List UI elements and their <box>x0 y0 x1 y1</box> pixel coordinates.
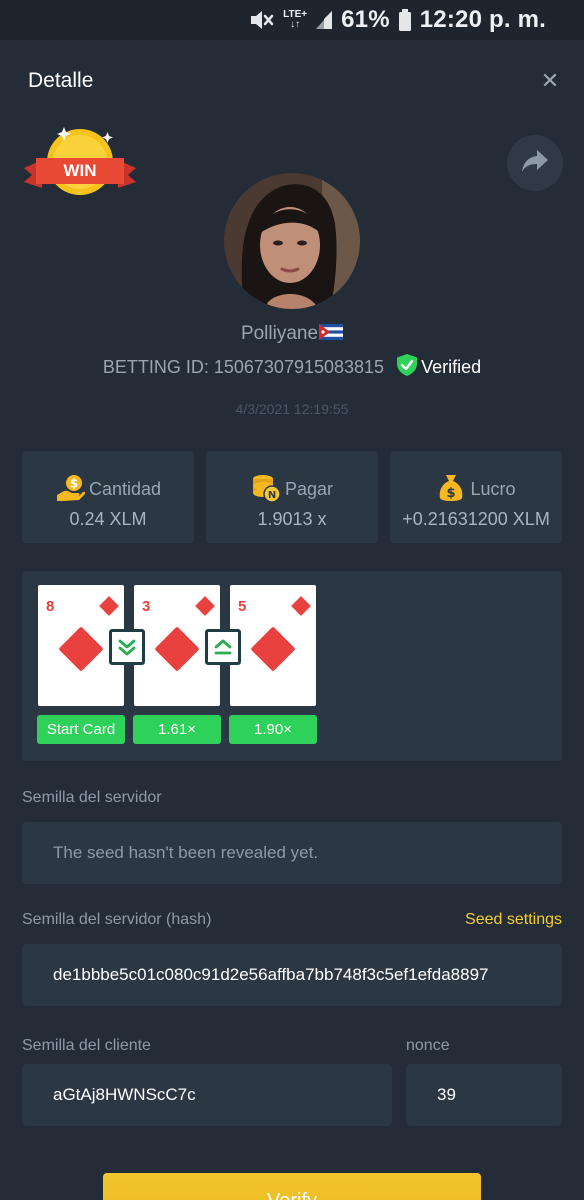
card-multiplier: 1.61× <box>133 715 221 744</box>
avatar <box>224 173 360 309</box>
close-icon[interactable]: ✕ <box>538 69 562 93</box>
verify-button[interactable]: Verify <box>103 1173 481 1200</box>
diamond-suit-icon <box>154 626 200 672</box>
battery-percent: 61% <box>341 6 390 33</box>
server-seed-hash-label: Semilla del servidor (hash) <box>22 911 212 928</box>
playing-card: 5 <box>230 585 316 706</box>
verified-status: Verified <box>397 354 482 377</box>
nonce-field[interactable]: 39 <box>406 1064 562 1126</box>
diamond-suit-icon <box>195 596 215 616</box>
money-bag-icon: $ <box>436 473 466 503</box>
status-bar: LTE+ ↓↑ 61% 12:20 p. m. <box>0 0 584 40</box>
detail-sheet: Detalle ✕ WIN Polliyane BETTING ID: 1506… <box>0 40 584 1200</box>
bet-timestamp: 4/3/2021 12:19:55 <box>235 401 349 417</box>
stat-pagar-value: 1.9013 x <box>257 509 327 529</box>
svg-text:N: N <box>268 490 276 501</box>
client-seed-field[interactable]: aGtAj8HWNScC7c <box>22 1064 392 1126</box>
page-title: Detalle <box>28 69 94 92</box>
stat-cantidad: $ Cantidad 0.24 XLM <box>22 451 194 543</box>
card-multiplier: 1.90× <box>229 715 317 744</box>
higher-guess-icon <box>205 629 241 665</box>
stat-pagar-text: Pagar <box>284 479 334 499</box>
stat-lucro: $ Lucro +0.21631200 XLM <box>390 451 562 543</box>
data-arrows-icon: ↓↑ <box>290 19 301 30</box>
clock: 12:20 p. m. <box>419 6 546 33</box>
game-result-panel: 8 3 5 Start Card 1.61× 1.90× <box>22 571 562 761</box>
cuba-flag-icon <box>319 324 344 340</box>
verified-shield-icon <box>397 354 418 376</box>
stat-lucro-text: Lucro <box>470 479 516 499</box>
card-multiplier: Start Card <box>37 715 125 744</box>
server-seed-hash-field[interactable]: de1bbbe5c01c080c91d2e56affba7bb748f3c5ef… <box>22 944 562 1006</box>
diamond-suit-icon <box>250 626 296 672</box>
stat-lucro-value: +0.21631200 XLM <box>402 509 550 529</box>
network-type: LTE+ ↓↑ <box>283 10 307 30</box>
svg-text:$: $ <box>70 477 78 491</box>
diamond-suit-icon <box>291 596 311 616</box>
battery-icon <box>398 9 412 31</box>
coin-stack-icon: N <box>251 473 281 503</box>
diamond-suit-icon <box>99 596 119 616</box>
card-rank: 8 <box>46 598 55 615</box>
svg-text:$: $ <box>447 486 456 501</box>
share-button[interactable] <box>507 135 563 191</box>
card-rank: 5 <box>238 598 247 615</box>
betting-id-row: BETTING ID: 15067307915083815 Verified <box>0 354 584 378</box>
stat-pagar: N Pagar 1.9013 x <box>206 451 378 543</box>
server-seed-label: Semilla del servidor <box>22 789 162 806</box>
mute-icon <box>249 9 275 31</box>
win-label: WIN <box>63 161 97 180</box>
username: Polliyane <box>0 323 584 345</box>
coin-hand-icon: $ <box>55 473 86 503</box>
stat-cantidad-value: 0.24 XLM <box>69 509 147 529</box>
win-badge: WIN <box>22 126 138 200</box>
card-rank: 3 <box>142 598 151 615</box>
nonce-label: nonce <box>406 1037 450 1054</box>
username-label: Polliyane <box>240 323 319 344</box>
status-bar-right: LTE+ ↓↑ 61% 12:20 p. m. <box>249 6 546 34</box>
stat-pagar-label: N Pagar <box>206 473 378 503</box>
diamond-suit-icon <box>58 626 104 672</box>
stat-lucro-label: $ Lucro <box>390 473 562 503</box>
verified-label: Verified <box>421 357 482 377</box>
stat-cantidad-text: Cantidad <box>88 479 162 499</box>
server-seed-field[interactable]: The seed hasn't been revealed yet. <box>22 822 562 884</box>
signal-icon <box>315 10 333 30</box>
client-seed-label: Semilla del cliente <box>22 1037 151 1054</box>
betting-id: BETTING ID: 15067307915083815 <box>102 357 385 377</box>
lower-guess-icon <box>109 629 145 665</box>
stat-cantidad-label: $ Cantidad <box>22 473 194 503</box>
share-icon <box>521 149 549 178</box>
seed-settings-link[interactable]: Seed settings <box>420 911 562 929</box>
